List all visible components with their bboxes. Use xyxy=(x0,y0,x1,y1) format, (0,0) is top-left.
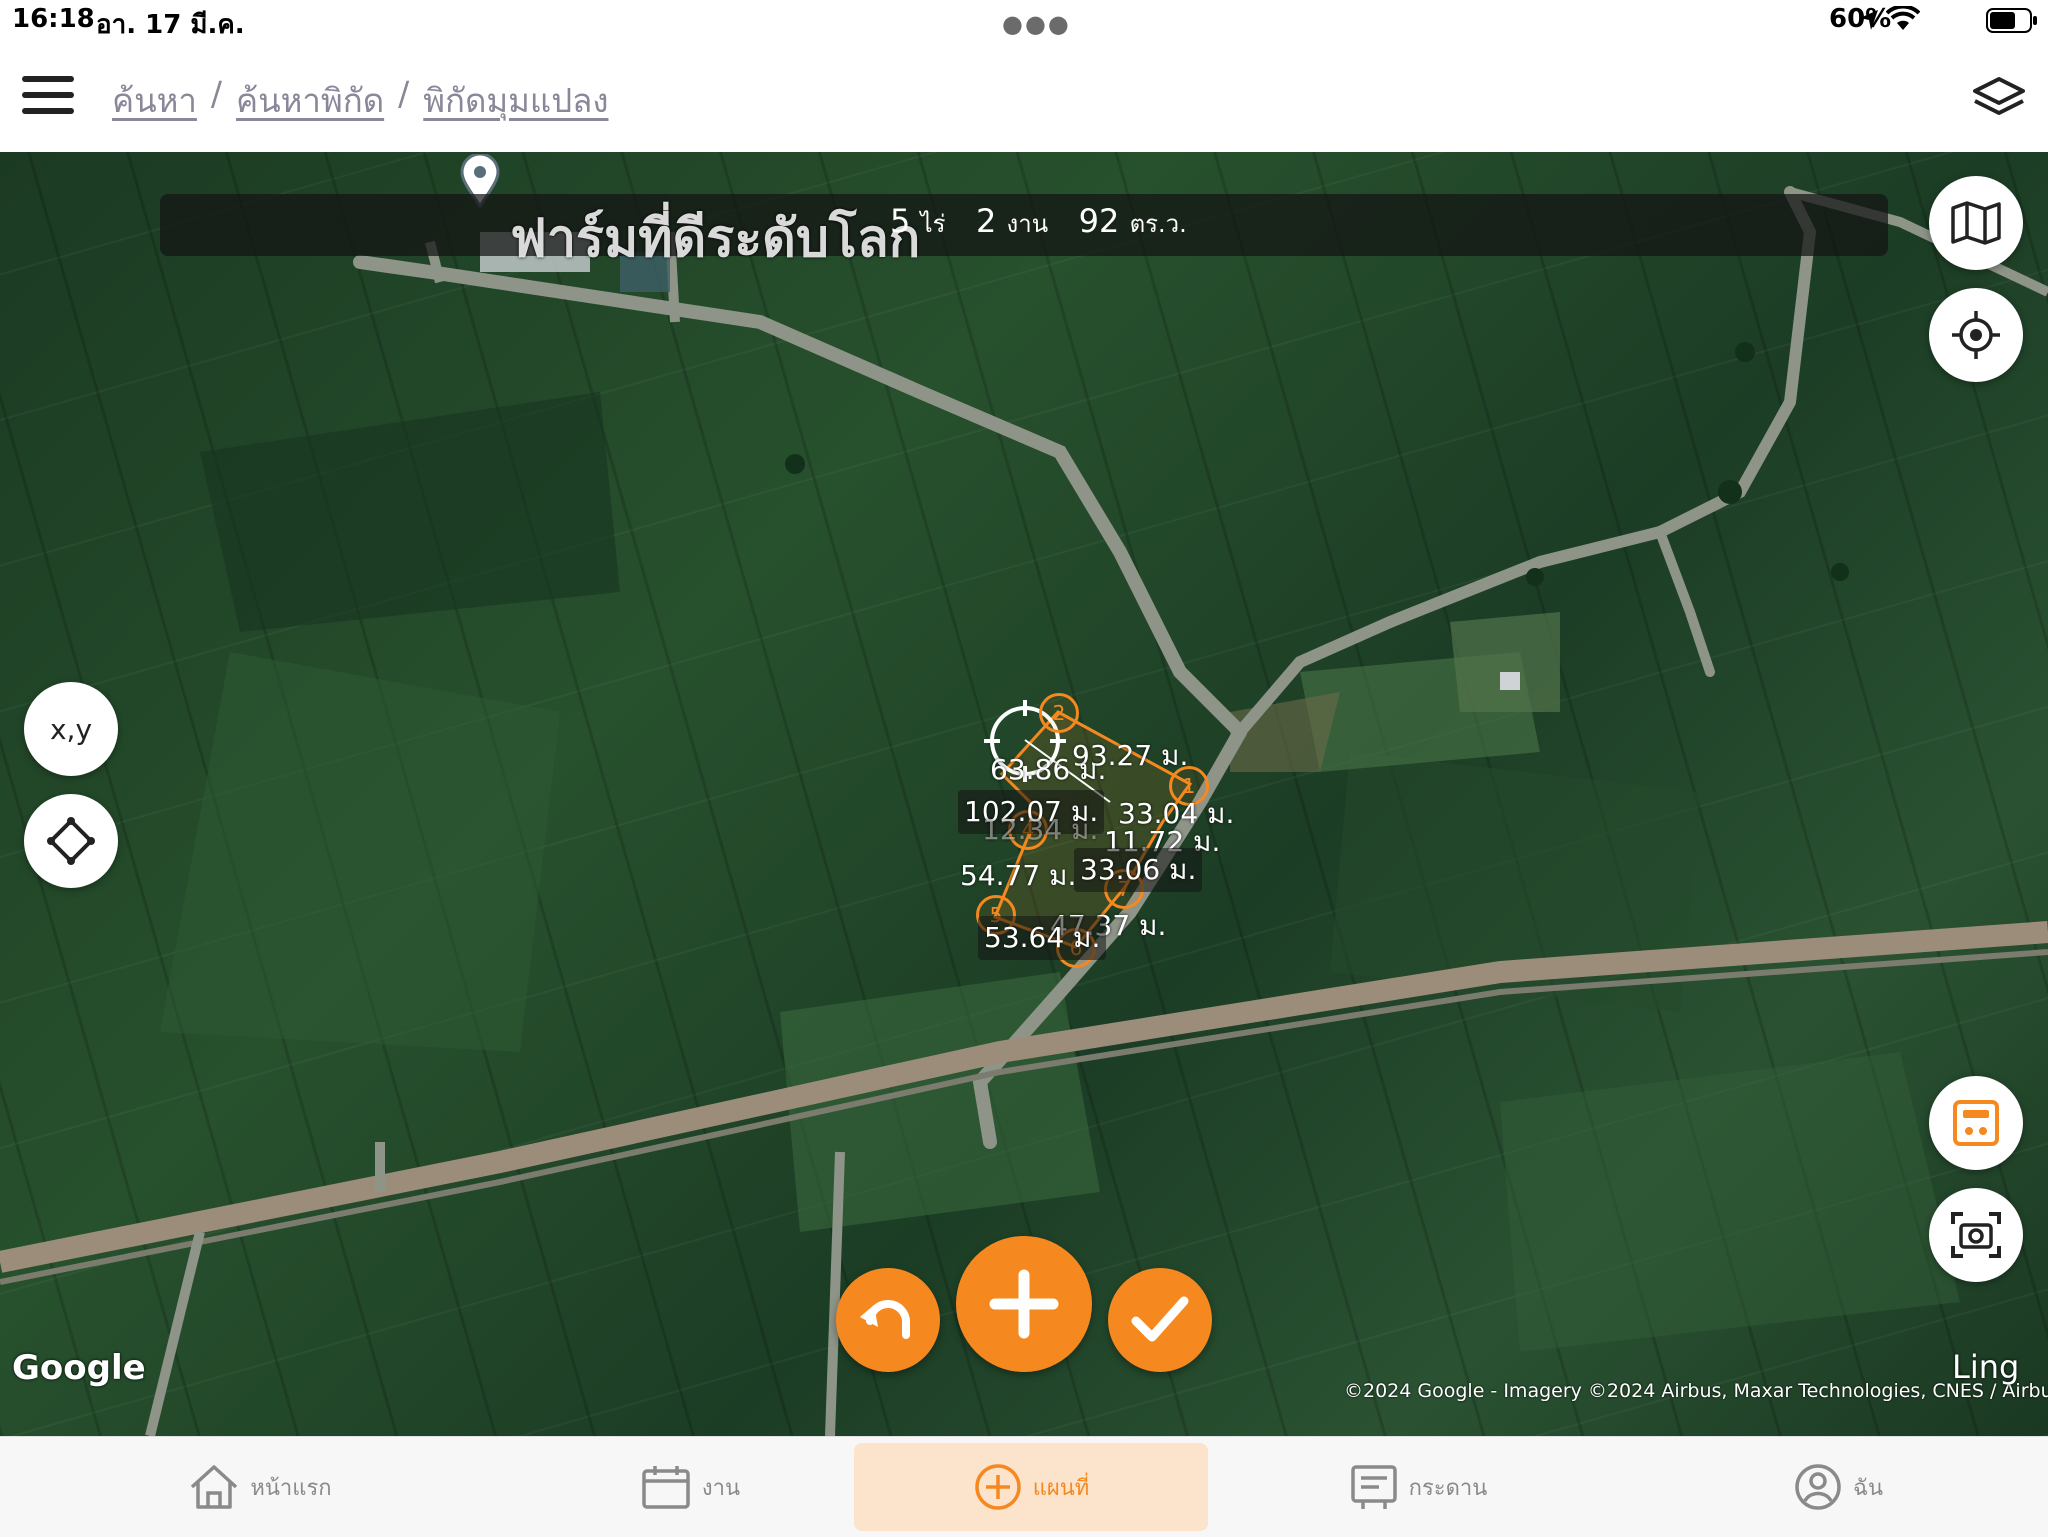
app-header: ค้นหา / ค้นหาพิกัด / พิกัดมุมแปลง xyxy=(0,40,2048,152)
crosshair-target-icon xyxy=(1952,311,2000,359)
segment-length-label: 63.86 ม. xyxy=(990,753,1107,786)
undo-arrow-icon xyxy=(860,1299,911,1339)
nav-board[interactable]: กระดาน xyxy=(1208,1437,1628,1537)
coordinate-input-button[interactable]: x,y xyxy=(24,682,118,776)
hamburger-menu-icon[interactable] xyxy=(22,74,74,116)
breadcrumb: ค้นหา / ค้นหาพิกัด / พิกัดมุมแปลง xyxy=(112,74,609,127)
calculator-button[interactable] xyxy=(1929,1076,2023,1170)
area-ngan-value: 2 xyxy=(976,202,997,240)
status-date: อา. 17 มี.ค. xyxy=(96,10,245,40)
status-bar: 16:18 อา. 17 มี.ค. ●●● 60% xyxy=(0,0,2048,40)
area-wa-value: 92 xyxy=(1078,202,1120,240)
google-logo: Google xyxy=(12,1348,146,1388)
battery-icon xyxy=(1986,8,2037,33)
breadcrumb-separator: / xyxy=(210,74,223,113)
segment-length-label: 54.77 ม. xyxy=(960,859,1077,892)
calendar-icon xyxy=(642,1466,690,1509)
plot-area-readout: 5 ไร่ 2 งาน 92 ตร.ว. xyxy=(890,202,1187,243)
nav-map-label: แผนที่ xyxy=(1032,1475,1090,1501)
undo-button[interactable] xyxy=(836,1268,940,1372)
place-label: Ling xyxy=(1952,1348,2020,1386)
checkmark-icon xyxy=(1131,1296,1189,1342)
nav-tasks[interactable]: งาน xyxy=(520,1437,860,1537)
multitasking-dots-icon[interactable]: ●●● xyxy=(1002,10,1071,38)
nav-home[interactable]: หน้าแรก xyxy=(0,1437,520,1537)
segment-length-label: 12.34 ม. xyxy=(982,813,1099,846)
board-icon xyxy=(1350,1465,1397,1509)
diamond-vertices-icon xyxy=(47,817,95,865)
bottom-navigation: หน้าแรก งาน แผนที่ กระดาน ฉัน xyxy=(0,1436,2048,1537)
map-copyright: ©2024 Google - Imagery ©2024 Airbus, Max… xyxy=(1344,1380,2048,1402)
area-ngan-unit: งาน xyxy=(1006,210,1049,238)
area-rai-value: 5 xyxy=(890,202,911,240)
area-wa-unit: ตร.ว. xyxy=(1129,210,1187,238)
breadcrumb-plot-corners[interactable]: พิกัดมุมแปลง xyxy=(423,74,608,127)
segment-length-label: 53.64 ม. xyxy=(978,916,1107,960)
user-icon xyxy=(1795,1464,1841,1510)
farm-sign-text: ฟาร์มที่ดีระดับโลก xyxy=(510,209,921,269)
satellite-map[interactable]: ฟาร์มที่ดีระดับโลก 5 ไร่ 2 งาน 92 ตร.ว. xyxy=(0,152,2048,1436)
breadcrumb-separator: / xyxy=(398,74,410,113)
layers-icon[interactable] xyxy=(1972,76,2026,120)
area-rai-unit: ไร่ xyxy=(920,210,946,238)
status-time: 16:18 xyxy=(12,4,95,34)
battery-percent: 60% xyxy=(1829,4,1892,34)
xy-label: x,y xyxy=(49,712,93,746)
plot-corners-button[interactable] xyxy=(24,794,118,888)
plot-vertex[interactable]: 2 xyxy=(1039,693,1079,733)
add-point-button[interactable] xyxy=(956,1236,1092,1372)
nav-tasks-label: งาน xyxy=(701,1475,741,1501)
nav-profile-label: ฉัน xyxy=(1852,1475,1884,1501)
plus-icon xyxy=(989,1269,1059,1339)
breadcrumb-search[interactable]: ค้นหา xyxy=(112,74,197,127)
map-icon xyxy=(1951,201,2001,245)
plus-circle-icon xyxy=(974,1464,1021,1510)
nav-map[interactable]: แผนที่ xyxy=(854,1443,1208,1531)
screenshot-button[interactable] xyxy=(1929,1188,2023,1282)
my-location-button[interactable] xyxy=(1929,288,2023,382)
breadcrumb-search-coords[interactable]: ค้นหาพิกัด xyxy=(236,74,384,127)
home-icon xyxy=(191,1465,238,1509)
nav-home-label: หน้าแรก xyxy=(250,1475,332,1501)
calculator-icon xyxy=(1953,1100,1999,1146)
confirm-button[interactable] xyxy=(1108,1268,1212,1372)
map-type-button[interactable] xyxy=(1929,176,2023,270)
camera-capture-icon xyxy=(1951,1212,2001,1258)
nav-profile[interactable]: ฉัน xyxy=(1628,1437,2048,1537)
nav-board-label: กระดาน xyxy=(1408,1475,1488,1501)
segment-length-label: 33.06 ม. xyxy=(1074,848,1203,892)
